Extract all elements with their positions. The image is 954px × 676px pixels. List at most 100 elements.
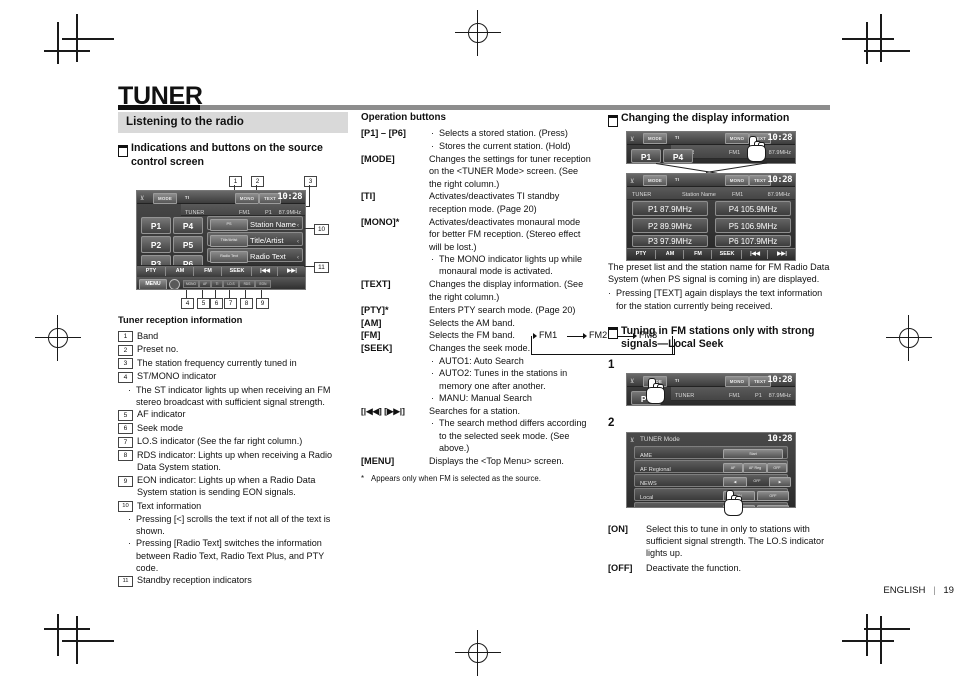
item-text: EON indicator: Lights up when a Radio Da… [137,475,316,498]
info-band: FM1 [729,150,741,156]
device-button-next[interactable]: ▶▶| [277,267,305,277]
tuner-mode-row-af-regional[interactable]: AF Regional AF AF Reg OFF [634,459,788,474]
device-button-mode[interactable]: MODE [643,133,667,144]
fm-text: Selects the FM band. [429,330,515,341]
device-preset-p5[interactable]: P5 [173,236,203,254]
bullet-text: Pressing [Radio Text] switches the infor… [136,538,325,573]
info-band: FM1 [729,392,741,399]
device-screen-preset-list: ⊻ MODE TI MONO TEXT 10:28 TUNER Station … [626,172,796,249]
info-preset: P1 [755,392,762,399]
list-bullet: · Pressing [Radio Text] switches the info… [128,537,348,574]
device-button-ti[interactable]: TI [668,175,686,184]
scroll-left-icon[interactable]: ‹ [297,236,299,248]
tuner-mode-row-news[interactable]: NEWS ◀ OFF ▶ [634,473,791,488]
footnote-star: * [361,474,365,484]
item-number: 2 [118,344,133,356]
callout-7: 7 [224,298,237,310]
title-rule [118,105,830,110]
callout-8: 8 [240,298,253,310]
row-button-next[interactable]: ▶ [769,477,791,488]
device-bottom-bar: PTY AM FM SEEK |◀◀ ▶▶| [137,265,305,278]
device-button-mode[interactable]: MODE [153,192,177,204]
definition-row: [TI] Activates/deactivates TI standby re… [361,190,591,215]
device-text-row-ps[interactable]: PS Station Name ‹ [207,216,303,232]
device-button-mono[interactable]: MONO [725,175,749,186]
text-tag-radio-text[interactable]: Radio Text [210,251,248,263]
row-button-af-reg[interactable]: AF Reg [743,463,767,474]
device-preset-p1[interactable]: P1 [631,148,661,163]
tuner-mode-row-ame[interactable]: AME Start [634,445,788,460]
device-button-fm[interactable]: FM [193,267,222,277]
bullet-text: The search method differs according to t… [439,418,587,454]
device-button-pty[interactable]: PTY [627,250,655,259]
device-text-row-radio-text[interactable]: Radio Text Radio Text ‹ [207,248,303,264]
device-button-menu[interactable]: MENU [139,278,167,290]
device-preset-p4[interactable]: P4 [173,217,203,235]
device-button-mode[interactable]: MODE [643,175,667,186]
device-clock: 10:28 [767,375,792,386]
device-button-mono[interactable]: MONO [235,192,259,204]
device-button-prev[interactable]: |◀◀ [251,267,278,277]
row-button-tp-off[interactable]: OFF [757,505,789,507]
device-preset-p2[interactable]: P2 [141,236,171,254]
device-button-prev[interactable]: |◀◀ [741,250,768,259]
list-item: 7 LO.S indicator (See the far right colum… [118,435,348,448]
bullet-text: The MONO indicator lights up while monau… [439,253,583,277]
manual-page: TUNER Listening to the radio Indications… [0,0,954,676]
device-button-pty[interactable]: PTY [137,267,165,276]
scroll-left-icon[interactable]: ‹ [297,252,299,264]
list-item: 4 ST/MONO indicator [118,370,348,383]
device-text-row-title-artist[interactable]: Title/Artist Title/Artist ‹ [207,232,303,248]
tuner-reception-info-heading: Tuner reception information [118,314,243,326]
home-icon[interactable] [169,278,180,290]
operation-buttons-heading: Operation buttons [361,112,446,123]
device-text-panel: PS Station Name ‹ Title/Artist Title/Art… [207,216,303,264]
button-desc-fm: Selects the FM band. FM1 FM2 FM3 [429,329,675,356]
device-preset-p1[interactable]: P1 [141,217,171,235]
device-button-seek[interactable]: SEEK [221,267,252,277]
paragraph-preset-list-desc: The preset list and the station name for… [608,261,830,284]
list-item: 10 Text information [118,500,348,513]
column-middle: Operation buttons [P1] – [P6] · Selects a… [361,112,675,484]
device-preset-row-p2[interactable]: P2 89.9MHz [632,217,708,233]
footnote-text: Appears only when FM is selected as the … [371,474,541,484]
row-button-local-off[interactable]: OFF [757,491,789,502]
scroll-left-icon[interactable]: ‹ [297,220,299,232]
text-tag-title-artist[interactable]: Title/Artist [210,235,248,247]
device-button-ti[interactable]: TI [668,133,686,142]
device-preset-row-p1[interactable]: P1 87.9MHz [632,200,708,216]
item-number: 1 [118,331,133,343]
device-preset-row-p5[interactable]: P5 106.9MHz [715,217,791,233]
device-button-am[interactable]: AM [165,267,194,277]
device-button-ti[interactable]: TI [178,193,196,202]
device-button-fm[interactable]: FM [683,250,712,259]
text-tag-ps[interactable]: PS [210,219,248,231]
tuner-mode-row-auto-tp-seek[interactable]: Auto TP Seek ON OFF [634,501,789,507]
device-preset-row-p4[interactable]: P4 105.9MHz [715,200,791,216]
row-button-prev[interactable]: ◀ [723,477,747,488]
device-preset-row-p6[interactable]: P6 107.9MHz [715,234,791,247]
tuner-mode-row-local[interactable]: Local ON OFF [634,487,789,502]
bullet-text-press-text-again: Pressing [TEXT] again displays the text … [616,288,823,311]
row-button-af[interactable]: AF [723,463,743,474]
button-desc-mode: Changes the settings for tuner reception… [429,153,591,189]
bullet-dot: · [128,514,131,525]
device-button-am[interactable]: AM [655,250,684,259]
device-button-seek[interactable]: SEEK [711,250,742,259]
device-button-next[interactable]: ▶▶| [767,250,795,259]
list-item: 6 Seek mode [118,422,348,435]
device-button-ti[interactable]: TI [668,376,686,385]
seek-text: Changes the seek mode. [429,343,531,354]
row-button-off[interactable]: OFF [767,463,787,474]
row-select-ame[interactable]: Start [723,449,783,460]
device-preset-p4[interactable]: P4 [663,148,693,163]
bullet-text: AUTO1: Auto Search [439,355,524,366]
list-item: 8 RDS indicator: Lights up when receiving… [118,449,348,473]
antenna-icon: ⊻ [630,379,635,386]
tuner-mode-title: TUNER Mode [640,436,680,444]
list-item: 1 Band [118,330,348,343]
device-button-mono[interactable]: MONO [725,375,749,387]
button-key-ti: [TI] [361,191,376,202]
device-preset-row-p3[interactable]: P3 97.9MHz [632,234,708,247]
item-number: 5 [118,409,133,421]
